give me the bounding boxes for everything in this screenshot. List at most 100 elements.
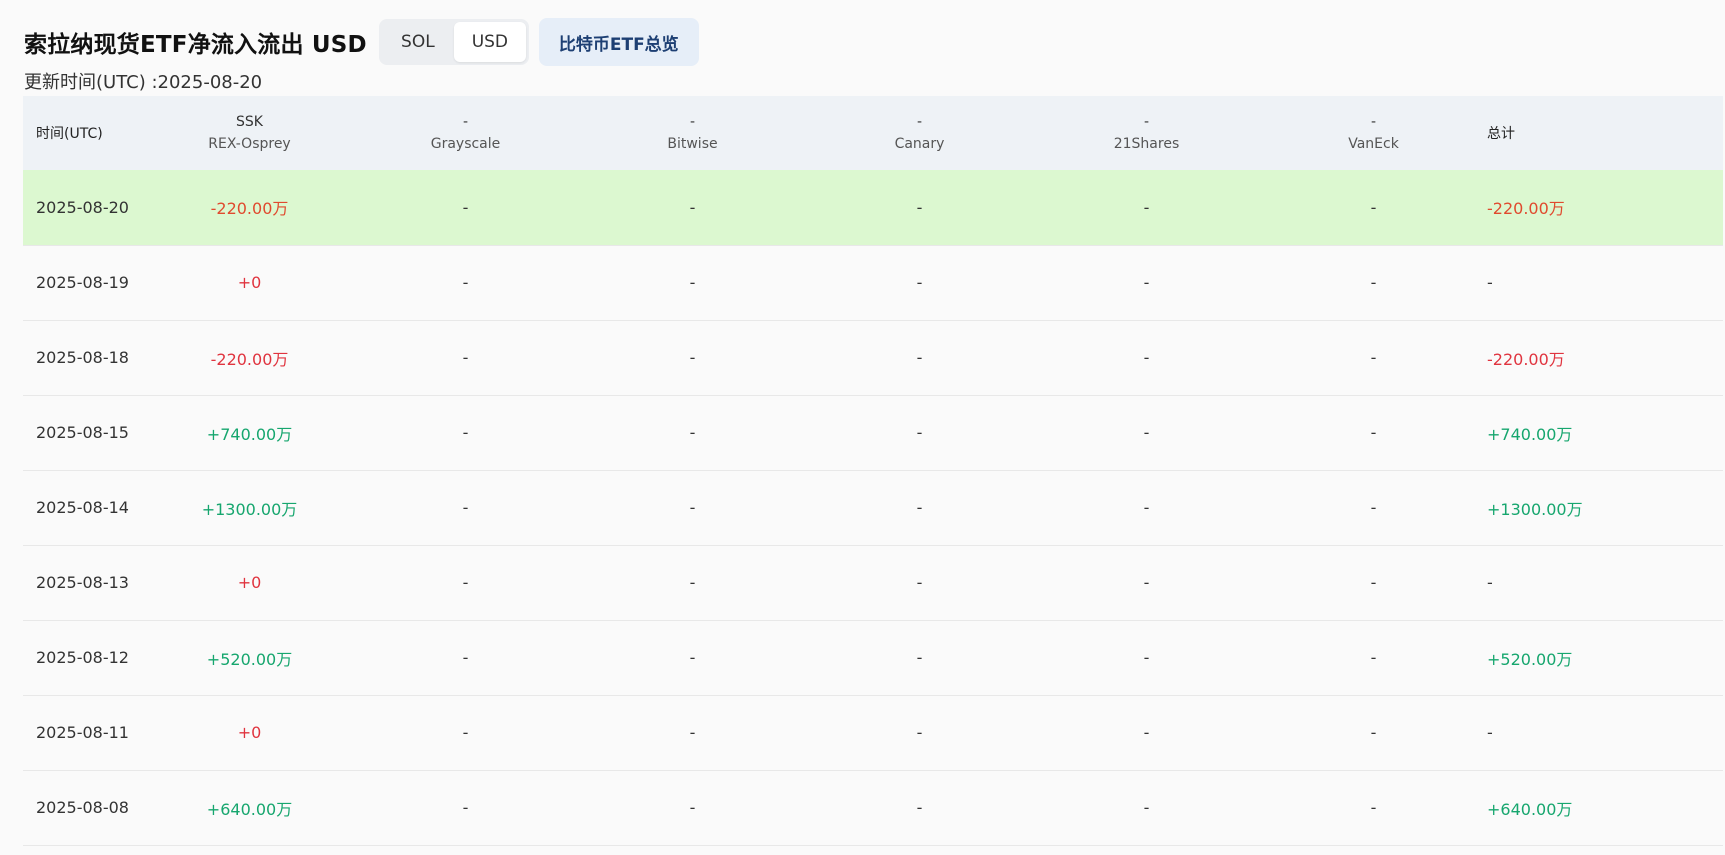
col-header-canary: - Canary — [806, 96, 1033, 170]
cell-grayscale: - — [462, 798, 469, 817]
etf-flow-table: 时间(UTC) SSK REX-Osprey - Grayscale - Bit… — [23, 96, 1723, 846]
toggle-usd-button[interactable]: USD — [453, 22, 526, 62]
cell-21shares: - — [1143, 273, 1150, 292]
cell-bitwise: - — [689, 573, 696, 592]
cell-grayscale: - — [462, 498, 469, 517]
cell-canary: - — [916, 798, 923, 817]
cell-bitwise: - — [689, 798, 696, 817]
cell-21shares: - — [1143, 348, 1150, 367]
cell-bitwise: - — [689, 273, 696, 292]
cell-rex-osprey: -220.00万 — [210, 349, 289, 369]
cell-canary: - — [916, 648, 923, 667]
etf-flow-page: 索拉纳现货ETF净流入流出 USD SOL USD 比特币ETF总览 更新时间(… — [0, 0, 1725, 855]
col-header-ticker: SSK — [236, 114, 263, 130]
cell-21shares: - — [1143, 723, 1150, 742]
cell-rex-osprey: +520.00万 — [206, 649, 293, 669]
col-header-issuer: 21Shares — [1113, 136, 1180, 152]
cell-grayscale: - — [462, 197, 469, 217]
cell-21shares: - — [1143, 648, 1150, 667]
cell-date: 2025-08-19 — [36, 273, 129, 292]
cell-grayscale: - — [462, 648, 469, 667]
cell-vaneck: - — [1370, 723, 1377, 742]
cell-canary: - — [916, 348, 923, 367]
cell-vaneck: - — [1370, 197, 1377, 217]
unit-toggle: SOL USD — [378, 19, 529, 65]
col-header-bitwise: - Bitwise — [579, 96, 806, 170]
cell-total: -220.00万 — [1487, 349, 1565, 369]
col-header-issuer: Canary — [894, 136, 945, 152]
col-header-21shares: - 21Shares — [1033, 96, 1260, 170]
cell-grayscale: - — [462, 573, 469, 592]
cell-canary: - — [916, 197, 923, 217]
col-header-issuer: Bitwise — [667, 136, 718, 152]
cell-rex-osprey: +0 — [237, 273, 262, 292]
cell-date: 2025-08-12 — [36, 648, 129, 667]
cell-date: 2025-08-14 — [36, 498, 129, 517]
cell-grayscale: - — [462, 273, 469, 292]
table-body: 2025-08-20 -220.00万 - - - - - -220.00万 2025-08-1… — [23, 170, 1723, 845]
cell-bitwise: - — [689, 723, 696, 742]
cell-grayscale: - — [462, 423, 469, 442]
cell-rex-osprey: +640.00万 — [206, 799, 293, 819]
cell-vaneck: - — [1370, 348, 1377, 367]
col-header-total: 总计 — [1487, 96, 1723, 170]
page-title: 索拉纳现货ETF净流入流出 USD — [24, 32, 367, 58]
cell-vaneck: - — [1370, 573, 1377, 592]
cell-rex-osprey: -220.00万 — [210, 199, 289, 219]
table-row: 2025-08-20 -220.00万 - - - - - -220.00万 — [23, 170, 1723, 245]
updated-time: 更新时间(UTC) :2025-08-20 — [24, 72, 263, 93]
cell-canary: - — [916, 723, 923, 742]
cell-21shares: - — [1143, 573, 1150, 592]
cell-21shares: - — [1143, 498, 1150, 517]
col-header-vaneck: - VanEck — [1260, 96, 1487, 170]
cell-vaneck: - — [1370, 798, 1377, 817]
col-header-issuer: REX-Osprey — [208, 136, 291, 152]
cell-total: -220.00万 — [1487, 199, 1565, 219]
table-row: 2025-08-13 +0 - - - - - - — [23, 545, 1723, 620]
col-header-grayscale: - Grayscale — [352, 96, 579, 170]
col-header-rex-osprey: SSK REX-Osprey — [147, 96, 352, 170]
cell-bitwise: - — [689, 648, 696, 667]
cell-total: - — [1487, 573, 1493, 592]
table-row: 2025-08-15 +740.00万 - - - - - +740.00万 — [23, 395, 1723, 470]
cell-vaneck: - — [1370, 648, 1377, 667]
cell-grayscale: - — [462, 723, 469, 742]
cell-vaneck: - — [1370, 498, 1377, 517]
table-header-row: 时间(UTC) SSK REX-Osprey - Grayscale - Bit… — [23, 96, 1723, 170]
cell-date: 2025-08-11 — [36, 723, 129, 742]
cell-21shares: - — [1143, 197, 1150, 217]
col-header-ticker: - — [1370, 114, 1377, 130]
cell-21shares: - — [1143, 798, 1150, 817]
table-row: 2025-08-08 +640.00万 - - - - - +640.00万 — [23, 770, 1723, 845]
toggle-sol-button[interactable]: SOL — [382, 22, 454, 62]
col-header-label: 时间(UTC) — [36, 126, 103, 142]
table-row: 2025-08-14 +1300.00万 - - - - - +1300.00万 — [23, 470, 1723, 545]
col-header-label: 总计 — [1487, 126, 1515, 142]
col-header-date: 时间(UTC) — [23, 96, 147, 170]
col-header-ticker: - — [462, 114, 469, 130]
page-header: 索拉纳现货ETF净流入流出 USD SOL USD 比特币ETF总览 — [24, 18, 699, 66]
cell-total: +740.00万 — [1487, 424, 1573, 444]
cell-grayscale: - — [462, 348, 469, 367]
cell-21shares: - — [1143, 423, 1150, 442]
bitcoin-etf-overview-button[interactable]: 比特币ETF总览 — [538, 18, 699, 66]
table-row: 2025-08-11 +0 - - - - - - — [23, 695, 1723, 770]
cell-date: 2025-08-18 — [36, 348, 129, 367]
col-header-ticker: - — [916, 114, 923, 130]
cell-vaneck: - — [1370, 423, 1377, 442]
col-header-issuer: Grayscale — [430, 136, 501, 152]
cell-bitwise: - — [689, 423, 696, 442]
cell-total: +1300.00万 — [1487, 499, 1583, 519]
cell-rex-osprey: +740.00万 — [206, 424, 293, 444]
cell-date: 2025-08-08 — [36, 798, 129, 817]
col-header-issuer: VanEck — [1348, 136, 1399, 152]
cell-bitwise: - — [689, 348, 696, 367]
table-row: 2025-08-19 +0 - - - - - - — [23, 245, 1723, 320]
table-row: 2025-08-12 +520.00万 - - - - - +520.00万 — [23, 620, 1723, 695]
cell-canary: - — [916, 273, 923, 292]
cell-total: +640.00万 — [1487, 799, 1573, 819]
cell-vaneck: - — [1370, 273, 1377, 292]
cell-bitwise: - — [689, 498, 696, 517]
cell-canary: - — [916, 498, 923, 517]
cell-total: - — [1487, 723, 1493, 742]
